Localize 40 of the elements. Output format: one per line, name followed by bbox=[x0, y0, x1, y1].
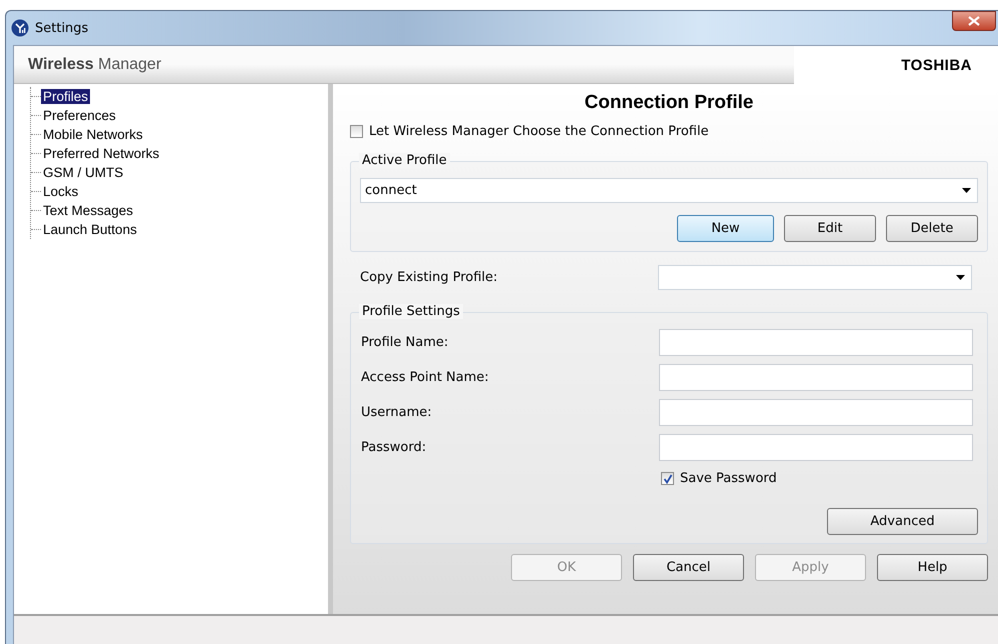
field-label: Username: bbox=[361, 405, 433, 420]
field-label: Profile Name: bbox=[361, 335, 450, 350]
checkbox[interactable] bbox=[350, 125, 363, 138]
input-field[interactable] bbox=[659, 329, 973, 356]
tree-item[interactable]: Profiles bbox=[41, 89, 90, 104]
tree-item[interactable]: Preferred Networks bbox=[41, 146, 162, 161]
tree-item[interactable]: Locks bbox=[41, 184, 80, 199]
brand-logo: TOSHIBA bbox=[901, 56, 972, 74]
profile-button[interactable]: Delete bbox=[886, 215, 978, 242]
advanced-button[interactable]: Advanced bbox=[827, 508, 978, 535]
profile-button[interactable]: Edit bbox=[784, 215, 876, 242]
dialog-button[interactable]: Help bbox=[877, 554, 988, 581]
close-icon bbox=[968, 16, 980, 26]
input-field[interactable] bbox=[659, 399, 973, 426]
antenna-icon bbox=[11, 19, 29, 37]
input-field[interactable] bbox=[659, 434, 973, 461]
checkbox-label: Save Password bbox=[680, 471, 777, 486]
tree-item[interactable]: Launch Buttons bbox=[41, 222, 139, 237]
dialog-button[interactable]: Cancel bbox=[633, 554, 744, 581]
tree-item[interactable]: Text Messages bbox=[41, 203, 136, 218]
field-label: Access Point Name: bbox=[361, 370, 490, 385]
group-legend: Profile Settings bbox=[359, 304, 463, 319]
caret-icon bbox=[962, 188, 971, 193]
dropdown-value: connect bbox=[365, 183, 418, 198]
app-title: Wireless Manager bbox=[28, 56, 162, 74]
input-field[interactable] bbox=[659, 364, 973, 391]
caret-icon bbox=[956, 275, 965, 280]
checkbox-label: Let Wireless Manager Choose the Connection Profile bbox=[369, 124, 709, 139]
profile-dropdown[interactable]: connect bbox=[360, 178, 978, 203]
tree-item[interactable]: GSM / UMTS bbox=[41, 165, 126, 180]
close-button[interactable] bbox=[952, 11, 996, 31]
field-label: Password: bbox=[361, 440, 428, 455]
tree-item[interactable]: Preferences bbox=[41, 108, 118, 123]
field-label: Copy Existing Profile: bbox=[360, 270, 499, 285]
checkbox[interactable] bbox=[661, 472, 674, 485]
profile-button[interactable]: New bbox=[677, 215, 774, 242]
tree-item[interactable]: Mobile Networks bbox=[41, 127, 145, 142]
window-title: Settings bbox=[35, 20, 88, 36]
panel-heading: Connection Profile bbox=[584, 92, 754, 114]
copy-profile-dropdown[interactable] bbox=[658, 265, 972, 290]
